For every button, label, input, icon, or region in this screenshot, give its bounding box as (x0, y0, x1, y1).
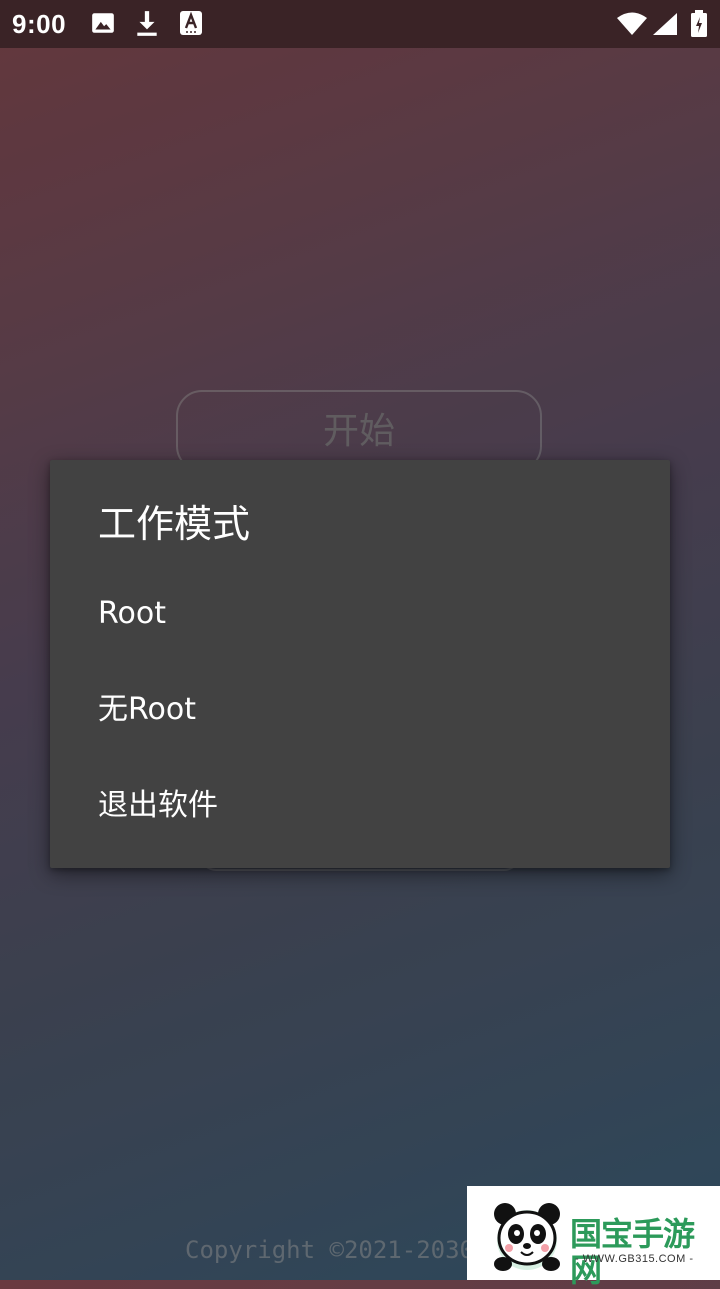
download-icon (134, 10, 160, 42)
accessibility-a-icon (179, 10, 203, 40)
panda-logo-icon (487, 1196, 567, 1280)
dialog-title: 工作模式 (98, 502, 251, 546)
wifi-icon (616, 12, 648, 40)
watermark-url: - WWW.GB315.COM - (575, 1253, 694, 1265)
image-icon (90, 10, 116, 40)
status-bar: 9:00 (0, 0, 720, 48)
work-mode-dialog: 工作模式 Root 无Root 退出软件 (50, 460, 670, 868)
signal-icon (652, 12, 678, 40)
site-watermark: 国宝手游网 - WWW.GB315.COM - (467, 1186, 720, 1288)
option-exit-app[interactable]: 退出软件 (50, 758, 670, 854)
option-root[interactable]: Root (50, 566, 670, 662)
battery-icon (690, 10, 708, 42)
status-time: 9:00 (12, 9, 67, 39)
option-no-root[interactable]: 无Root (50, 662, 670, 758)
watermark-name: 国宝手游网 (570, 1215, 695, 1289)
